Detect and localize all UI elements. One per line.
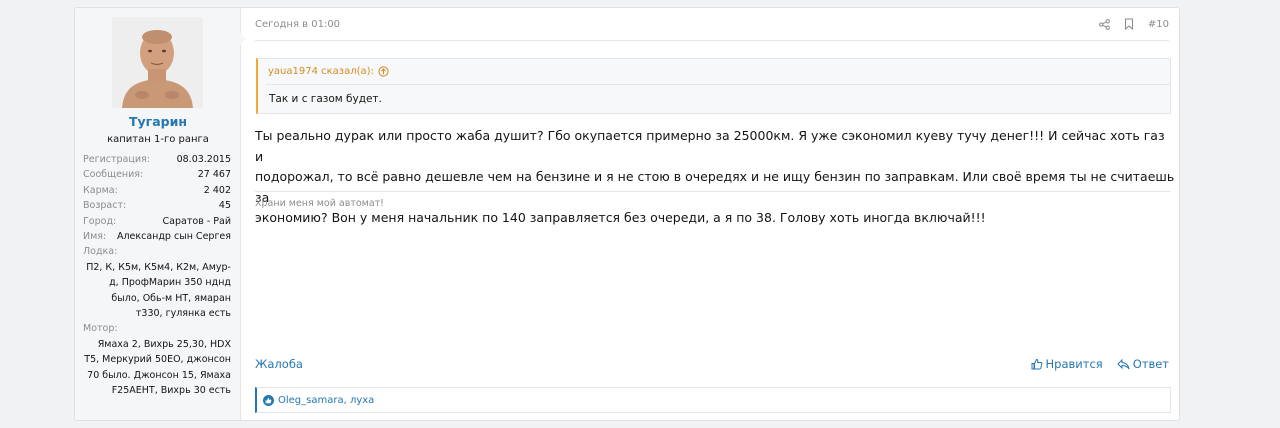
share-icon[interactable] <box>1099 18 1110 30</box>
quote-text: Так и с газом будет. <box>269 93 382 105</box>
post-header-actions: #10 <box>1099 18 1169 30</box>
message-line: экономию? Вон у меня начальник по 140 за… <box>255 210 986 225</box>
stat-motor: Мотор: Ямаха 2, Вихрь 25,30, HDX T5, Мер… <box>83 321 231 398</box>
post-footer-actions: Нравится Ответ <box>1031 357 1169 371</box>
stat-value: Александр сын Сергея <box>116 230 231 242</box>
signature-divider <box>255 191 1171 192</box>
stat-label: Карма: <box>83 184 118 196</box>
report-link[interactable]: Жалоба <box>255 357 303 371</box>
stat-messages: Сообщения: 27 467 <box>83 167 231 182</box>
reply-label: Ответ <box>1132 357 1169 371</box>
reactions-list-link[interactable]: Oleg_samara, луха <box>278 395 374 406</box>
arrow-up-circle-icon[interactable] <box>378 66 389 77</box>
quote-author[interactable]: yaua1974 сказал(а): <box>268 66 374 77</box>
quote-divider <box>266 84 1170 85</box>
stat-label: Сообщения: <box>83 169 144 181</box>
stat-name: Имя: Александр сын Сергея <box>83 229 231 244</box>
message-body: Ты реально дурак или просто жаба душит? … <box>255 126 1175 229</box>
stat-value: 08.03.2015 <box>176 154 231 165</box>
user-stats: Регистрация: 08.03.2015 Сообщения: 27 46… <box>83 152 231 398</box>
message-line: Ты реально дурак или просто жаба душит? … <box>255 128 1165 164</box>
post-main: Сегодня в 01:00 #10 yaua1974 сказал(а): … <box>241 8 1179 420</box>
stat-label: Город: <box>83 215 117 227</box>
post-date-link[interactable]: Сегодня в 01:00 <box>255 19 340 30</box>
stat-age: Возраст: 45 <box>83 198 231 213</box>
message-line: подорожал, то всё равно дешевле чем на б… <box>255 169 1175 205</box>
avatar[interactable] <box>112 17 203 108</box>
stat-value: Ямаха 2, Вихрь 25,30, HDX T5, Меркурий 5… <box>84 338 231 396</box>
reply-button[interactable]: Ответ <box>1116 357 1169 371</box>
forum-post: Тугарин капитан 1-го ранга Регистрация: … <box>74 7 1180 421</box>
stat-value: П2, К, К5м, К5м4, К2м, Амур-д, ПрофМарин… <box>86 261 231 319</box>
like-button[interactable]: Нравится <box>1031 357 1103 371</box>
stat-value: 45 <box>218 200 231 212</box>
user-title: капитан 1-го ранга <box>107 134 209 145</box>
like-label: Нравится <box>1045 357 1103 371</box>
stat-value: 27 467 <box>197 169 231 181</box>
stat-boat: Лодка: П2, К, К5м, К5м4, К2м, Амур-д, Пр… <box>83 244 231 321</box>
thumbs-up-icon <box>1031 358 1043 370</box>
post-number-link[interactable]: #10 <box>1148 19 1169 30</box>
stat-label: Лодка: <box>83 246 118 258</box>
reactions-bar: Oleg_samara, луха <box>255 387 1171 413</box>
stat-label: Регистрация: <box>83 154 150 165</box>
stat-label: Возраст: <box>83 200 127 212</box>
stat-registration: Регистрация: 08.03.2015 <box>83 152 231 167</box>
signature: Храни меня мой автомат! <box>255 198 384 209</box>
stat-karma: Карма: 2 402 <box>83 183 231 198</box>
like-badge-icon <box>263 394 274 406</box>
header-divider <box>255 40 1169 41</box>
bookmark-icon[interactable] <box>1124 18 1134 30</box>
stat-value: 2 402 <box>203 184 231 196</box>
reply-icon <box>1116 358 1130 370</box>
stat-label: Мотор: <box>83 323 118 335</box>
stat-city: Город: Саратов - Рай <box>83 214 231 229</box>
username-link[interactable]: Тугарин <box>75 114 241 129</box>
stat-label: Имя: <box>83 230 107 242</box>
quote-header[interactable]: yaua1974 сказал(а): <box>268 66 389 77</box>
stat-value: Саратов - Рай <box>162 215 231 227</box>
quote-block: yaua1974 сказал(а): Так и с газом будет. <box>256 58 1171 114</box>
user-panel: Тугарин капитан 1-го ранга Регистрация: … <box>75 8 241 420</box>
